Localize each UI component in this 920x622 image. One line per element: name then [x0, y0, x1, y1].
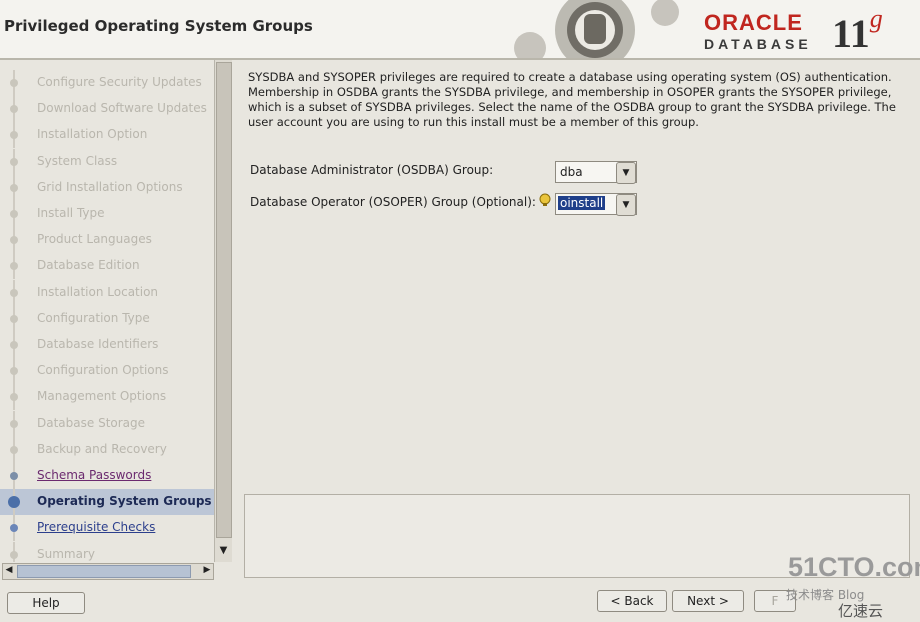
step-dot-icon — [8, 496, 20, 509]
step-label: Database Identifiers — [37, 337, 159, 351]
osoper-label: Database Operator (OSOPER) Group (Option… — [250, 195, 536, 209]
watermark: 51CTO.com 技术博客 Blog 亿速云 — [780, 552, 920, 622]
step-item: Backup and Recovery — [0, 436, 214, 463]
step-item: Database Edition — [0, 253, 214, 280]
hint-bulb-icon — [539, 193, 551, 206]
step-label: Database Edition — [37, 258, 140, 273]
step-item: Database Storage — [0, 410, 214, 437]
description-text: SYSDBA and SYSOPER privileges are requir… — [248, 70, 896, 129]
header: Privileged Operating System Groups ORACL… — [0, 0, 920, 60]
chevron-down-icon[interactable]: ▼ — [616, 162, 636, 184]
step-item: Grid Installation Options — [0, 174, 214, 201]
step-label: Installation Location — [37, 284, 159, 299]
scroll-thumb[interactable] — [17, 565, 191, 578]
step-label: Grid Installation Options — [37, 179, 183, 194]
scroll-down-arrow-icon[interactable]: ▼ — [216, 544, 231, 558]
step-dot-icon — [10, 79, 18, 87]
osdba-group-select[interactable]: dba ▼ — [555, 161, 637, 184]
gear-graphic-icon — [514, 0, 679, 58]
step-item: Management Options — [0, 384, 214, 411]
step-item: Installation Location — [0, 279, 214, 306]
step-label: Database Storage — [37, 415, 146, 430]
osdba-value: dba — [560, 165, 583, 179]
step-item: Product Languages — [0, 227, 214, 254]
step-dot-icon — [10, 550, 18, 559]
step-item[interactable]: Schema Passwords — [0, 463, 214, 489]
window-title: Privileged Operating System Groups — [4, 17, 313, 35]
osoper-group-select[interactable]: oinstall ▼ — [555, 193, 637, 216]
step-item: Configure Security Updates — [0, 70, 214, 96]
step-dot-icon — [10, 288, 18, 297]
step-item: Database Identifiers — [0, 332, 214, 358]
step-dot-icon — [10, 393, 18, 402]
scroll-left-arrow-icon[interactable]: ◀ — [3, 564, 15, 577]
step-item: Configuration Options — [0, 358, 214, 385]
next-button[interactable]: Next > — [672, 590, 744, 612]
oracle-logo: ORACLE DATABASE 11g — [704, 4, 914, 56]
step-dot-icon — [10, 236, 18, 245]
step-label: Install Type — [37, 206, 105, 220]
back-button[interactable]: < Back — [597, 590, 667, 612]
step-dot-icon — [10, 210, 18, 218]
step-label: Configure Security Updates — [37, 75, 202, 89]
step-item: System Class — [0, 148, 214, 175]
watermark-site: 51CTO.com — [788, 552, 920, 582]
step-dot-icon — [10, 445, 18, 454]
sidebar-horizontal-scrollbar[interactable]: ◀ ▶ — [2, 563, 214, 580]
step-label: Prerequisite Checks — [37, 520, 156, 535]
step-item[interactable]: Operating System Groups — [0, 489, 214, 516]
steps-sidebar: Configure Security Updates Download Softw… — [0, 60, 214, 562]
step-dot-icon — [10, 341, 18, 349]
step-label: Schema Passwords — [37, 468, 152, 482]
step-dot-icon — [10, 472, 18, 480]
step-label: Configuration Type — [37, 310, 150, 325]
scroll-thumb[interactable] — [216, 62, 232, 538]
step-item: Summary — [0, 541, 214, 562]
database-wordmark: DATABASE — [704, 36, 812, 52]
step-dot-icon — [10, 524, 18, 533]
step-label: Backup and Recovery — [37, 441, 167, 456]
sidebar-vertical-scrollbar[interactable]: ▼ — [214, 60, 232, 562]
step-dot-icon — [10, 367, 18, 376]
main-content: SYSDBA and SYSOPER privileges are requir… — [240, 64, 912, 130]
step-label: Operating System Groups — [37, 494, 212, 509]
step-dot-icon — [10, 419, 18, 428]
step-item: Download Software Updates — [0, 96, 214, 123]
watermark-brand: 亿速云 — [838, 602, 884, 620]
scroll-right-arrow-icon[interactable]: ▶ — [201, 564, 213, 577]
oracle-wordmark: ORACLE — [704, 10, 803, 35]
step-dot-icon — [10, 157, 18, 166]
osoper-value: oinstall — [558, 196, 606, 210]
step-dot-icon — [10, 105, 18, 114]
step-item[interactable]: Prerequisite Checks — [0, 515, 214, 542]
step-label: Summary — [37, 546, 95, 561]
step-item: Configuration Type — [0, 305, 214, 332]
step-dot-icon — [10, 183, 18, 192]
osdba-label: Database Administrator (OSDBA) Group: — [250, 163, 494, 177]
step-label: System Class — [37, 153, 118, 168]
step-dot-icon — [10, 131, 18, 140]
step-dot-icon — [10, 262, 18, 271]
step-label: Management Options — [37, 389, 167, 404]
help-button[interactable]: Help — [7, 592, 85, 614]
step-label: Product Languages — [37, 232, 152, 247]
chevron-down-icon[interactable]: ▼ — [616, 194, 636, 216]
step-item: Install Type — [0, 201, 214, 227]
step-label: Configuration Options — [37, 363, 169, 378]
step-label: Download Software Updates — [37, 101, 207, 116]
step-label: Installation Option — [37, 127, 148, 142]
version-mark: 11g — [832, 4, 883, 56]
step-dot-icon — [10, 314, 18, 323]
step-item: Installation Option — [0, 122, 214, 149]
